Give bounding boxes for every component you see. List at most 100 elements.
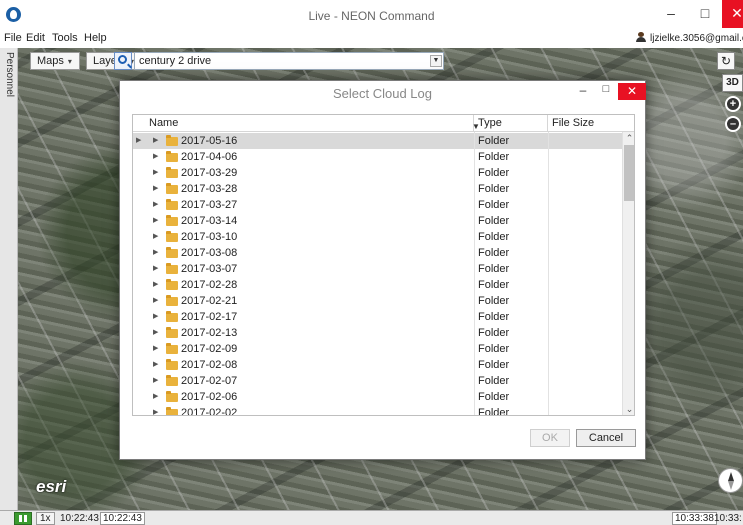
folder-icon <box>166 311 178 322</box>
expand-arrow-icon[interactable]: ▶ <box>153 261 158 277</box>
row-name: 2017-02-28 <box>181 279 238 291</box>
row-type: Folder <box>478 279 510 291</box>
expand-arrow-icon[interactable]: ▶ <box>153 405 158 415</box>
search-button[interactable] <box>114 52 132 70</box>
row-type: Folder <box>478 167 510 179</box>
expand-arrow-icon[interactable]: ▶ <box>153 341 158 357</box>
folder-icon <box>166 135 178 146</box>
3d-view-button[interactable]: 3D <box>722 74 743 92</box>
folder-icon <box>166 151 178 162</box>
row-type: Folder <box>478 183 510 195</box>
user-email: ljzielke.3056@gmail.co <box>650 33 743 44</box>
menu-bar: File Edit Tools Help ljzielke.3056@gmail… <box>0 30 743 48</box>
expand-arrow-icon[interactable]: ▶ <box>153 373 158 389</box>
menu-edit[interactable]: Edit <box>26 32 45 44</box>
window-close-button[interactable]: ✕ <box>722 0 743 28</box>
row-type: Folder <box>478 263 510 275</box>
end-time-box[interactable]: 10:33:38 <box>672 512 717 525</box>
folder-icon <box>166 183 178 194</box>
ok-button[interactable]: OK <box>530 429 570 447</box>
scroll-up-arrow-icon[interactable]: ⌃ <box>623 132 634 145</box>
esri-logo: esri <box>36 477 67 496</box>
table-scrollbar[interactable]: ⌃ ⌄ <box>622 132 634 415</box>
refresh-button[interactable]: ↻ <box>717 52 735 70</box>
select-cloud-log-dialog: Select Cloud Log – □ ✕ Name ▼ Type File … <box>119 80 646 460</box>
address-search-input[interactable] <box>134 52 444 70</box>
folder-icon <box>166 263 178 274</box>
row-type: Folder <box>478 375 510 387</box>
row-name: 2017-02-02 <box>181 407 238 416</box>
search-dropdown-button[interactable]: ▼ <box>430 55 442 67</box>
expand-arrow-icon[interactable]: ▶ <box>153 133 158 149</box>
menu-tools[interactable]: Tools <box>52 32 78 44</box>
row-type: Folder <box>478 135 510 147</box>
folder-icon <box>166 327 178 338</box>
expand-arrow-icon[interactable]: ▶ <box>153 229 158 245</box>
dialog-minimize-button[interactable]: – <box>572 83 594 101</box>
expand-arrow-icon[interactable]: ▶ <box>153 245 158 261</box>
app-title: Live - NEON Command <box>308 9 435 23</box>
folder-icon <box>166 247 178 258</box>
expand-arrow-icon[interactable]: ▶ <box>153 309 158 325</box>
zoom-in-button[interactable]: + <box>725 96 741 112</box>
column-divider <box>548 132 549 415</box>
zoom-out-button[interactable]: – <box>725 116 741 132</box>
dialog-maximize-button[interactable]: □ <box>595 83 617 101</box>
window-maximize-button[interactable]: □ <box>690 0 720 28</box>
row-type: Folder <box>478 231 510 243</box>
expand-arrow-icon[interactable]: ▶ <box>153 293 158 309</box>
row-name: 2017-04-06 <box>181 151 238 163</box>
column-header-type[interactable]: Type <box>474 115 548 132</box>
expand-arrow-icon[interactable]: ▶ <box>153 165 158 181</box>
row-type: Folder <box>478 199 510 211</box>
expand-arrow-icon[interactable]: ▶ <box>153 325 158 341</box>
row-name: 2017-03-14 <box>181 215 238 227</box>
row-name: 2017-03-08 <box>181 247 238 259</box>
maps-label: Maps <box>37 55 64 67</box>
personnel-side-tab[interactable] <box>0 48 18 510</box>
compass-icon[interactable] <box>718 468 743 493</box>
cancel-button[interactable]: Cancel <box>576 429 636 447</box>
expand-arrow-icon[interactable]: ▶ <box>153 149 158 165</box>
menu-help[interactable]: Help <box>84 32 107 44</box>
column-name-label: Name <box>149 117 179 129</box>
row-name: 2017-02-13 <box>181 327 238 339</box>
expand-arrow-icon[interactable]: ▶ <box>153 197 158 213</box>
user-account[interactable]: ljzielke.3056@gmail.co <box>636 32 743 44</box>
expand-arrow-icon[interactable]: ▶ <box>153 357 158 373</box>
column-header-name[interactable]: Name ▼ <box>145 115 480 132</box>
row-name: 2017-05-16 <box>181 135 238 147</box>
pause-button[interactable] <box>14 512 32 525</box>
expand-arrow-icon[interactable]: ▶ <box>153 181 158 197</box>
start-time-box[interactable]: 10:22:43 <box>100 512 145 525</box>
maps-dropdown-button[interactable]: Maps ▾ <box>30 52 80 70</box>
scroll-down-arrow-icon[interactable]: ⌄ <box>623 403 634 415</box>
row-type: Folder <box>478 295 510 307</box>
row-type: Folder <box>478 151 510 163</box>
row-name: 2017-03-28 <box>181 183 238 195</box>
window-minimize-button[interactable]: – <box>656 0 686 28</box>
dialog-title: Select Cloud Log <box>332 86 432 101</box>
current-row-marker-icon: ▶ <box>136 137 142 144</box>
menu-file[interactable]: File <box>4 32 22 44</box>
folder-icon <box>166 215 178 226</box>
folder-icon <box>166 343 178 354</box>
playback-speed[interactable]: 1x <box>36 512 55 525</box>
expand-arrow-icon[interactable]: ▶ <box>153 277 158 293</box>
row-name: 2017-02-07 <box>181 375 238 387</box>
row-type: Folder <box>478 391 510 403</box>
folder-icon <box>166 407 178 415</box>
row-name: 2017-02-08 <box>181 359 238 371</box>
playback-bar: 1x 10:22:43 10:22:43 10:33:38 10:33: <box>0 510 743 525</box>
folder-icon <box>166 167 178 178</box>
row-name: 2017-02-06 <box>181 391 238 403</box>
scrollbar-thumb[interactable] <box>624 145 634 201</box>
row-type: Folder <box>478 327 510 339</box>
dialog-close-button[interactable]: ✕ <box>618 83 646 100</box>
row-type: Folder <box>478 407 510 416</box>
expand-arrow-icon[interactable]: ▶ <box>153 389 158 405</box>
row-name: 2017-02-09 <box>181 343 238 355</box>
column-header-file-size[interactable]: File Size <box>548 115 622 132</box>
expand-arrow-icon[interactable]: ▶ <box>153 213 158 229</box>
folder-icon <box>166 295 178 306</box>
